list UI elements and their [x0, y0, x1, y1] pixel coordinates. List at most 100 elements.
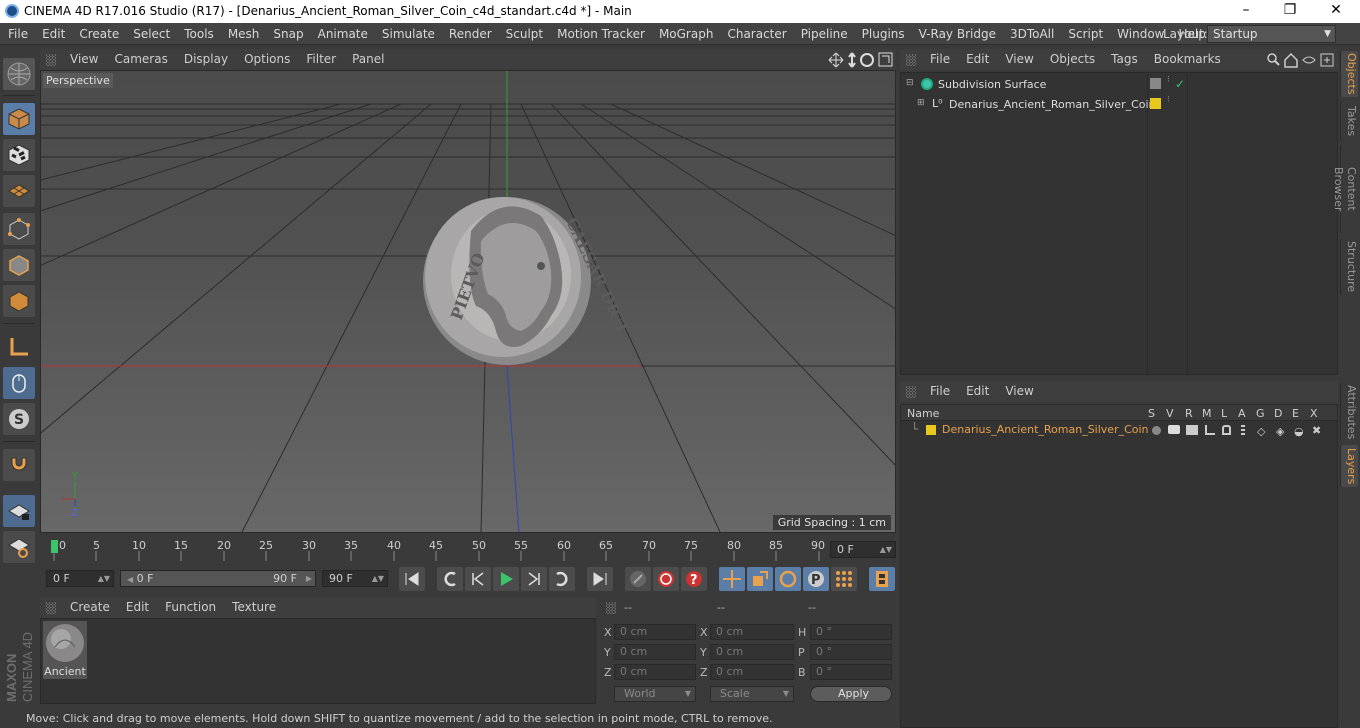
expand-icon[interactable]: ⊞ — [917, 98, 925, 108]
key-pla-button[interactable] — [831, 567, 857, 591]
xref-icon[interactable]: ✖ — [1312, 424, 1321, 437]
previous-frame-button[interactable] — [465, 567, 491, 591]
end-frame-field[interactable]: 90 F ▲▼ — [322, 570, 388, 587]
maximize-button[interactable]: ❐ — [1280, 2, 1300, 20]
camera-label[interactable]: Perspective — [43, 73, 113, 88]
solo-button[interactable]: S — [3, 403, 35, 435]
position-y-field[interactable]: 0 cm — [614, 644, 696, 660]
tab-content-browser[interactable]: Content Browser — [1332, 145, 1358, 233]
layer-color-swatch[interactable] — [926, 425, 936, 435]
polygons-mode-button[interactable] — [3, 285, 35, 317]
rotate-view-icon[interactable] — [860, 53, 874, 67]
layer-name[interactable]: Denarius_Ancient_Roman_Silver_Coin — [942, 423, 1149, 436]
clapper-icon[interactable] — [1186, 425, 1198, 435]
size-z-field[interactable]: 0 cm — [710, 664, 794, 680]
collapse-icon[interactable]: ⊟ — [906, 78, 914, 88]
menu-simulate[interactable]: Simulate — [375, 23, 442, 45]
layout-select[interactable]: Startup ▼ — [1207, 25, 1336, 43]
material-menu-create[interactable]: Create — [62, 597, 118, 618]
tab-takes[interactable]: Takes — [1340, 101, 1358, 141]
object-menu-edit[interactable]: Edit — [958, 49, 997, 70]
manager-icon[interactable] — [1205, 425, 1215, 435]
menu-plugins[interactable]: Plugins — [855, 23, 912, 45]
object-menu-objects[interactable]: Objects — [1042, 49, 1103, 70]
layer-row[interactable]: └ Denarius_Ancient_Roman_Silver_Coin ◇ ◈… — [901, 422, 1337, 440]
new-window-icon[interactable] — [1320, 53, 1334, 67]
panel-grip[interactable] — [46, 53, 56, 66]
points-mode-button[interactable] — [3, 213, 35, 245]
size-mode-select[interactable]: Scale ▼ — [710, 686, 794, 702]
axis-mode-button[interactable] — [3, 331, 35, 363]
menu-edit[interactable]: Edit — [35, 23, 72, 45]
layer-menu-file[interactable]: File — [922, 381, 958, 402]
maximize-view-icon[interactable] — [878, 52, 893, 67]
go-to-end-button[interactable] — [587, 567, 613, 591]
keyframe-selection-button[interactable]: ? — [681, 567, 707, 591]
current-frame-field[interactable]: 0 F ▲▼ — [830, 541, 896, 558]
viewport-menu-display[interactable]: Display — [176, 49, 236, 70]
zoom-view-icon[interactable] — [848, 52, 856, 68]
layer-menu-view[interactable]: View — [997, 381, 1041, 402]
lock-icon[interactable] — [1222, 425, 1231, 435]
object-row-coin[interactable]: ⊞ L⁰ Denarius_Ancient_Roman_Silver_Coin … — [901, 95, 1337, 114]
timeline-button[interactable] — [869, 567, 895, 591]
search-icon[interactable] — [1267, 53, 1280, 66]
menu-character[interactable]: Character — [720, 23, 793, 45]
next-frame-button[interactable] — [521, 567, 547, 591]
next-key-button[interactable] — [549, 567, 575, 591]
menu-pipeline[interactable]: Pipeline — [794, 23, 855, 45]
key-position-button[interactable] — [719, 567, 745, 591]
edges-mode-button[interactable] — [3, 249, 35, 281]
viewport-menu-view[interactable]: View — [62, 49, 106, 70]
preview-range-slider[interactable]: ◀ 0 F 90 F ▶ — [120, 570, 316, 587]
minimize-button[interactable]: – — [1236, 2, 1256, 20]
viewport-menu-filter[interactable]: Filter — [298, 49, 344, 70]
close-button[interactable]: ✕ — [1326, 2, 1346, 20]
menu-render[interactable]: Render — [442, 23, 499, 45]
dots-icon[interactable]: ⁝ — [1167, 75, 1170, 85]
menu-mesh[interactable]: Mesh — [221, 23, 267, 45]
autokey-button[interactable] — [653, 567, 679, 591]
solo-dot-icon[interactable] — [1152, 426, 1161, 435]
workplane-lock-button[interactable] — [3, 495, 35, 527]
eye-icon[interactable] — [1302, 56, 1316, 64]
generator-icon[interactable]: ◇ — [1257, 425, 1265, 438]
move-view-icon[interactable] — [828, 52, 844, 68]
material-swatch[interactable]: Ancient — [43, 621, 87, 679]
expression-icon[interactable]: ◒ — [1294, 425, 1304, 438]
start-frame-field[interactable]: 0 F ▲▼ — [46, 570, 114, 587]
material-menu-function[interactable]: Function — [157, 597, 224, 618]
menu-snap[interactable]: Snap — [266, 23, 310, 45]
object-row-subdivision[interactable]: ⊟ Subdivision Surface ⁝ ✓ — [901, 75, 1337, 94]
timeline-ruler[interactable]: 0 5 10 15 20 25 30 35 40 45 50 55 60 65 … — [40, 537, 896, 563]
menu-vray-bridge[interactable]: V-Ray Bridge — [912, 23, 1003, 45]
object-menu-file[interactable]: File — [922, 49, 958, 70]
key-rotation-button[interactable] — [775, 567, 801, 591]
coin-model[interactable]: PIETVO CAESAR DICT — [423, 197, 633, 365]
menu-mograph[interactable]: MoGraph — [652, 23, 721, 45]
rotation-h-field[interactable]: 0 ° — [810, 624, 892, 640]
record-keys-button[interactable] — [625, 567, 651, 591]
layer-menu-edit[interactable]: Edit — [958, 381, 997, 402]
rotation-p-field[interactable]: 0 ° — [810, 644, 892, 660]
editor-visibility-icon[interactable] — [1150, 78, 1161, 89]
menu-file[interactable]: File — [0, 23, 35, 45]
material-menu-edit[interactable]: Edit — [118, 597, 157, 618]
locked-workplane-button[interactable] — [3, 531, 35, 563]
go-to-start-button[interactable] — [399, 567, 425, 591]
viewport-nav-icons[interactable] — [828, 52, 894, 68]
object-menu-bookmarks[interactable]: Bookmarks — [1146, 49, 1229, 70]
menu-script[interactable]: Script — [1061, 23, 1110, 45]
eye-icon[interactable] — [1168, 425, 1180, 434]
panel-grip[interactable] — [606, 602, 616, 614]
menu-motion-tracker[interactable]: Motion Tracker — [550, 23, 652, 45]
snap-button[interactable] — [3, 449, 35, 481]
menu-tools[interactable]: Tools — [177, 23, 221, 45]
apply-button[interactable]: Apply — [810, 686, 892, 702]
previous-key-button[interactable] — [437, 567, 463, 591]
tweak-mode-button[interactable] — [3, 367, 35, 399]
menu-create[interactable]: Create — [72, 23, 126, 45]
size-x-field[interactable]: 0 cm — [710, 624, 794, 640]
dots-icon[interactable]: ⁝ — [1167, 95, 1170, 105]
home-icon[interactable] — [1284, 52, 1298, 68]
